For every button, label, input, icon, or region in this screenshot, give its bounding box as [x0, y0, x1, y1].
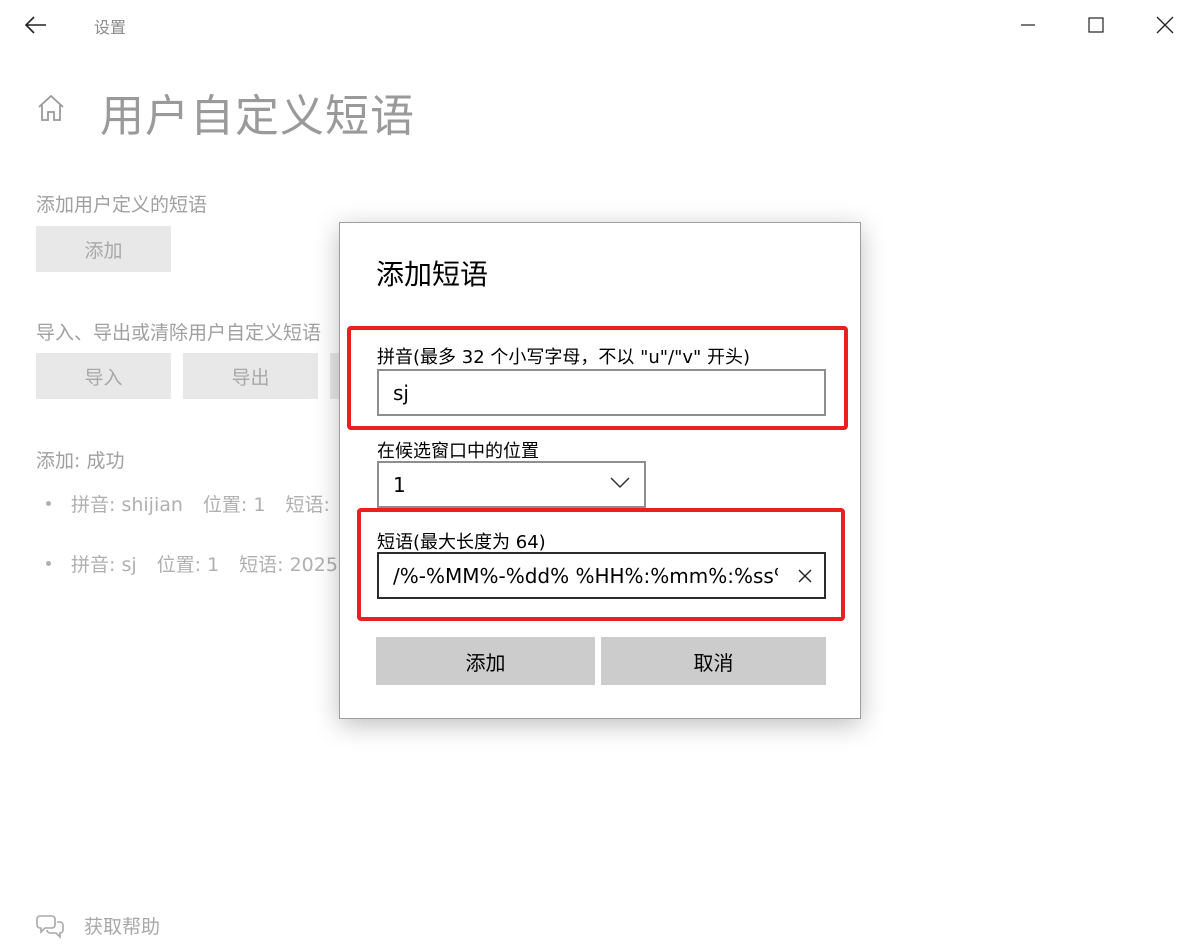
manage-section-label: 导入、导出或清除用户自定义短语 — [36, 322, 322, 344]
back-button[interactable] — [18, 8, 54, 42]
phrase-pinyin: 拼音: sj — [71, 554, 137, 576]
add-phrase-button[interactable]: 添加 — [36, 226, 171, 272]
window-title: 设置 — [94, 18, 127, 37]
home-button[interactable] — [36, 92, 66, 124]
back-arrow-icon — [25, 16, 46, 34]
phrase-pinyin: 拼音: shijian — [71, 494, 183, 516]
dialog-title: 添加短语 — [376, 258, 489, 291]
home-icon — [38, 94, 64, 121]
settings-window: 设置 用户自定义短语 添加用户定义的短语 添加 导入、导出或清除用户自定义短语 … — [0, 0, 1200, 945]
close-window-button[interactable] — [1141, 6, 1189, 44]
export-button[interactable]: 导出 — [183, 353, 318, 399]
bullet — [46, 561, 51, 566]
minimize-button[interactable] — [1004, 6, 1052, 44]
add-phrase-dialog: 添加短语 拼音(最多 32 个小写字母，不以 "u"/"v" 开头) 在候选窗口… — [339, 222, 861, 719]
maximize-icon — [1088, 17, 1104, 33]
highlight-phrase-box — [357, 508, 845, 621]
position-value: 1 — [393, 473, 406, 497]
close-icon — [1156, 16, 1174, 34]
list-item: 拼音: sj 位置: 1 短语: 2025 — [46, 550, 358, 577]
phrase-position: 位置: 1 — [202, 494, 266, 516]
minimize-icon — [1021, 24, 1035, 26]
position-select[interactable]: 1 — [377, 461, 646, 508]
add-section-label: 添加用户定义的短语 — [36, 194, 208, 216]
phrase-position: 位置: 1 — [156, 554, 220, 576]
dialog-add-button[interactable]: 添加 — [376, 637, 595, 685]
position-label: 在候选窗口中的位置 — [377, 441, 539, 462]
dialog-cancel-button[interactable]: 取消 — [601, 637, 826, 685]
import-button[interactable]: 导入 — [36, 353, 171, 399]
bullet — [46, 501, 51, 506]
phrase-text: 短语: — [285, 494, 330, 516]
phrase-text: 短语: 2025 — [239, 554, 338, 576]
help-link[interactable]: 获取帮助 — [36, 912, 160, 939]
list-item: 拼音: shijian 位置: 1 短语: — [46, 490, 350, 517]
status-text: 添加: 成功 — [36, 450, 125, 472]
highlight-pinyin-box — [347, 326, 848, 430]
page-title: 用户自定义短语 — [100, 91, 415, 142]
chat-help-icon — [36, 914, 64, 939]
chevron-down-icon — [610, 477, 630, 489]
maximize-button[interactable] — [1072, 6, 1120, 44]
help-label: 获取帮助 — [84, 916, 161, 938]
